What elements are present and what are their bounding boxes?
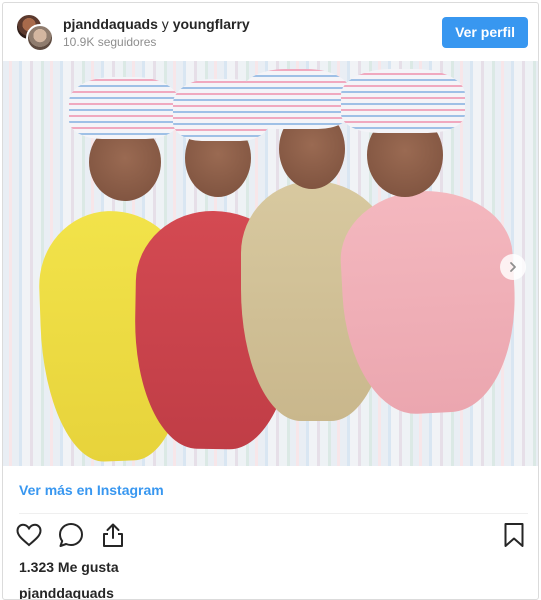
divider xyxy=(19,513,528,514)
share-button[interactable] xyxy=(99,521,127,549)
follower-count: 10.9K seguidores xyxy=(63,35,157,49)
next-photo-button[interactable] xyxy=(500,254,526,280)
bookmark-icon xyxy=(504,523,524,547)
like-button[interactable] xyxy=(15,521,43,549)
post-photo[interactable] xyxy=(3,61,538,466)
striped-bow xyxy=(241,69,351,129)
avatar[interactable] xyxy=(26,24,54,52)
action-bar xyxy=(15,521,127,549)
comment-button[interactable] xyxy=(57,521,85,549)
owner-username[interactable]: youngflarry xyxy=(173,16,250,32)
owner-username[interactable]: pjanddaquads xyxy=(63,16,158,32)
caption-username[interactable]: pjanddaquads xyxy=(19,585,114,599)
chevron-right-icon xyxy=(510,262,516,272)
heart-icon xyxy=(16,523,42,547)
post-header: pjanddaquads y youngflarry 10.9K seguido… xyxy=(3,3,538,61)
view-more-on-instagram-link[interactable]: Ver más en Instagram xyxy=(19,482,164,498)
view-profile-button[interactable]: Ver perfil xyxy=(442,17,528,48)
share-icon xyxy=(103,523,123,547)
owners-joiner: y xyxy=(161,16,169,32)
striped-bow xyxy=(341,69,465,133)
comment-icon xyxy=(59,523,83,547)
save-button[interactable] xyxy=(500,521,528,549)
collab-avatars[interactable] xyxy=(15,13,55,53)
like-count[interactable]: 1.323 Me gusta xyxy=(19,559,119,575)
striped-bow xyxy=(69,77,179,139)
instagram-embed-card: pjanddaquads y youngflarry 10.9K seguido… xyxy=(2,2,539,600)
post-owners: pjanddaquads y youngflarry xyxy=(63,15,250,33)
